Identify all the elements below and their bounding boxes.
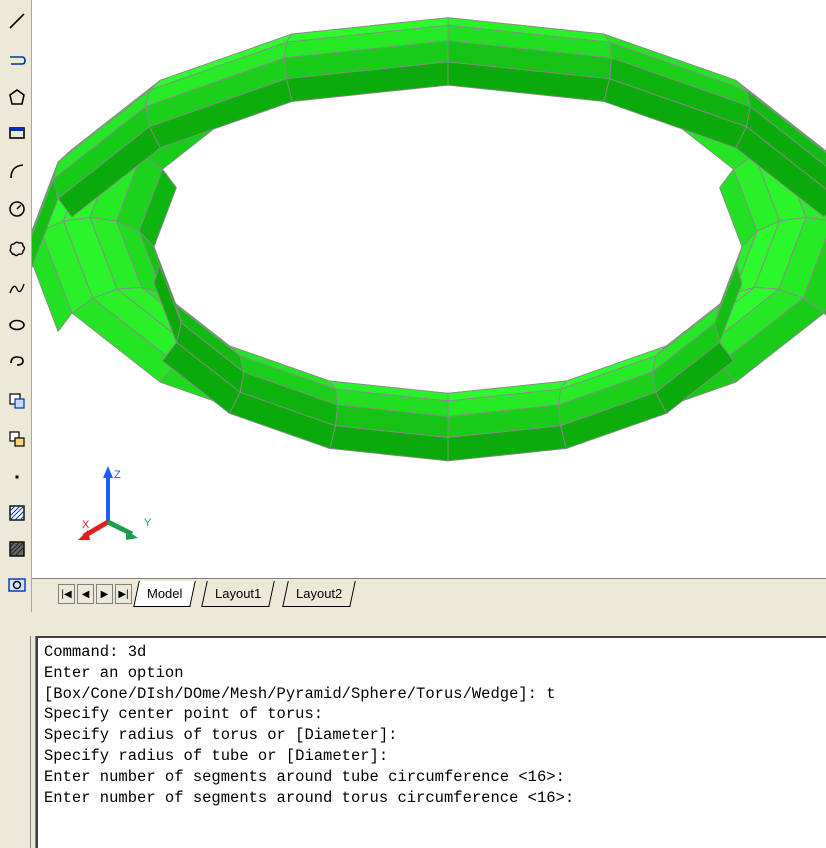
command-window[interactable]: Command: 3d Enter an option [Box/Cone/DI… bbox=[36, 636, 826, 848]
revision-cloud-icon bbox=[9, 241, 26, 257]
command-area: Command: 3d Enter an option [Box/Cone/DI… bbox=[0, 612, 826, 848]
region-tool-button[interactable] bbox=[6, 574, 28, 596]
ucs-z-label: Z bbox=[114, 469, 121, 481]
line-tool-button[interactable] bbox=[6, 10, 28, 32]
ellipse-icon bbox=[9, 319, 25, 331]
ellipse-arc-icon bbox=[10, 356, 24, 366]
polygon-icon bbox=[9, 89, 25, 105]
command-line: Specify radius of torus or [Diameter]: bbox=[44, 726, 398, 745]
ellipse-tool-button[interactable] bbox=[6, 314, 28, 336]
next-tab-button[interactable]: ▶ bbox=[96, 584, 113, 604]
spline-tool-button[interactable] bbox=[6, 278, 28, 300]
polyline-tool-button[interactable] bbox=[6, 50, 28, 72]
prev-tab-button[interactable]: ◀ bbox=[77, 584, 94, 604]
region-icon bbox=[8, 578, 26, 592]
line-icon bbox=[9, 13, 25, 29]
insert-block-tool-button[interactable] bbox=[6, 390, 28, 412]
hatch-icon bbox=[9, 505, 25, 521]
command-line: Command: 3d bbox=[44, 643, 147, 661]
command-line: Enter number of segments around tube cir… bbox=[44, 767, 565, 786]
draw-toolbar bbox=[0, 0, 32, 612]
ucs-y-label: Y bbox=[144, 517, 152, 529]
make-block-tool-button[interactable] bbox=[6, 428, 28, 450]
circle-tool-button[interactable] bbox=[6, 198, 28, 220]
ucs-icon: Z X Y bbox=[78, 466, 152, 540]
circle-icon bbox=[9, 201, 25, 217]
tab-layout1-label: Layout1 bbox=[215, 586, 262, 601]
command-line: Enter number of segments around torus ci… bbox=[44, 788, 575, 807]
point-icon bbox=[15, 475, 19, 479]
layout-tab-bar: |◀ ◀ ▶ ▶| Model Layout1 Layout2 bbox=[32, 578, 826, 613]
polygon-tool-button[interactable] bbox=[6, 86, 28, 108]
command-line: [Box/Cone/DIsh/DOme/Mesh/Pyramid/Sphere/… bbox=[44, 684, 556, 703]
command-line: Specify radius of tube or [Diameter]: bbox=[44, 746, 389, 765]
polyline-icon bbox=[10, 56, 26, 65]
gradient-icon bbox=[9, 541, 25, 557]
ellipse-arc-tool-button[interactable] bbox=[6, 350, 28, 372]
command-line: Enter an option bbox=[44, 663, 184, 682]
first-tab-button[interactable]: |◀ bbox=[58, 584, 75, 604]
arc-tool-button[interactable] bbox=[6, 160, 28, 182]
rectangle-icon bbox=[9, 127, 25, 139]
command-line: Specify center point of torus: bbox=[44, 705, 324, 724]
gradient-tool-button[interactable] bbox=[6, 538, 28, 560]
point-tool-button[interactable] bbox=[6, 466, 28, 488]
tab-model-label: Model bbox=[147, 586, 183, 601]
arc-icon bbox=[10, 164, 24, 179]
model-viewport[interactable]: Z X Y bbox=[32, 0, 826, 578]
rectangle-tool-button[interactable] bbox=[6, 122, 28, 144]
make-block-icon bbox=[9, 431, 25, 447]
tab-layout1[interactable]: Layout1 bbox=[201, 581, 276, 607]
last-tab-button[interactable]: ▶| bbox=[115, 584, 132, 604]
insert-block-icon bbox=[9, 393, 25, 409]
tab-layout2[interactable]: Layout2 bbox=[282, 581, 357, 607]
hatch-tool-button[interactable] bbox=[6, 502, 28, 524]
revision-cloud-tool-button[interactable] bbox=[6, 238, 28, 260]
ucs-x-label: X bbox=[82, 519, 90, 531]
tab-model[interactable]: Model bbox=[133, 581, 197, 607]
tab-layout2-label: Layout2 bbox=[296, 586, 343, 601]
spline-icon bbox=[9, 283, 25, 294]
